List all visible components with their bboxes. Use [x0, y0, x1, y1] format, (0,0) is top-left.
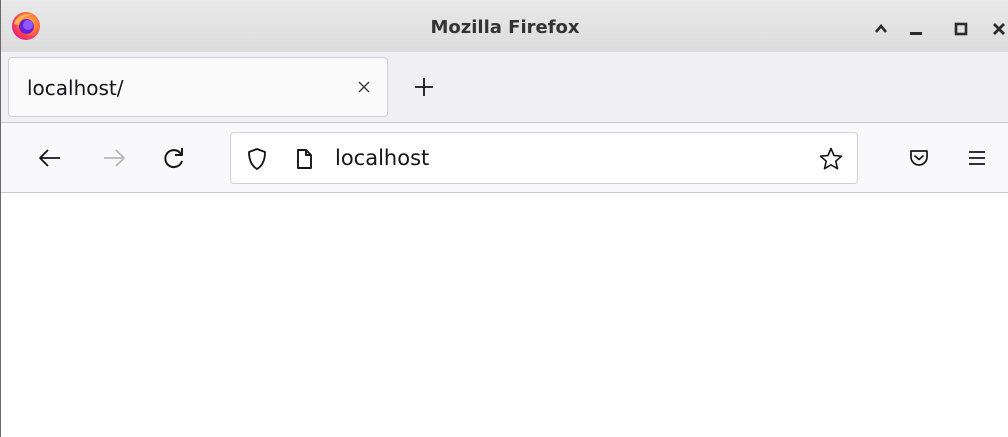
star-icon[interactable]: [817, 145, 845, 173]
tab-close-icon[interactable]: [353, 76, 375, 98]
tab-strip: localhost/: [1, 52, 1008, 123]
maximize-icon[interactable]: [949, 17, 973, 41]
tab-title: localhost/: [27, 76, 124, 100]
page-icon[interactable]: [291, 146, 317, 172]
new-tab-plus-icon[interactable]: [410, 73, 438, 101]
reload-icon[interactable]: [159, 143, 189, 173]
caret-up-icon[interactable]: [869, 17, 893, 41]
navigation-bar: [1, 123, 1008, 193]
window-title: Mozilla Firefox: [430, 17, 580, 38]
pocket-icon[interactable]: [904, 143, 934, 173]
minimize-icon[interactable]: [904, 17, 928, 41]
hamburger-menu-icon[interactable]: [962, 143, 992, 173]
arrow-left-icon[interactable]: [35, 143, 65, 173]
browser-window: Mozilla Firefox localhost/: [0, 0, 1008, 437]
close-window-icon[interactable]: [987, 17, 1008, 41]
title-bar[interactable]: Mozilla Firefox: [1, 0, 1008, 52]
url-bar[interactable]: [230, 132, 858, 184]
tab-localhost[interactable]: localhost/: [8, 57, 388, 117]
shield-icon[interactable]: [244, 146, 270, 172]
arrow-right-icon[interactable]: [99, 143, 129, 173]
url-input[interactable]: [335, 133, 805, 183]
page-content[interactable]: [1, 193, 1008, 437]
